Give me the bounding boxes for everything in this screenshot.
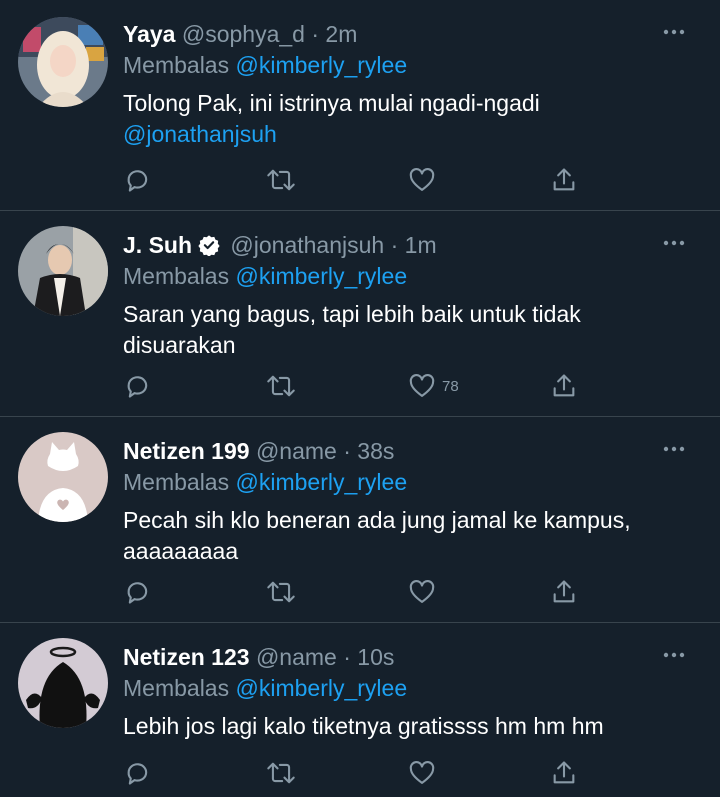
tweet[interactable]: Netizen 123 @name · 10s Membalas @kimber… — [0, 623, 720, 797]
like-button[interactable] — [408, 574, 442, 610]
avatar[interactable] — [18, 226, 108, 316]
separator-dot: · — [343, 644, 351, 670]
tweet-header: Yaya @sophya_d · 2m — [123, 20, 357, 48]
more-icon[interactable] — [662, 645, 686, 665]
retweet-icon — [267, 169, 295, 191]
heart-icon — [409, 761, 435, 784]
display-name[interactable]: J. Suh — [123, 232, 192, 258]
tweet-actions: 78 — [0, 368, 720, 404]
more-icon[interactable] — [662, 22, 686, 42]
replying-to-mention[interactable]: @kimberly_rylee — [236, 263, 408, 289]
reply-button[interactable] — [124, 368, 152, 404]
avatar-photo-jsuh — [18, 226, 108, 316]
user-handle[interactable]: @sophya_d — [182, 21, 305, 47]
reply-icon — [127, 763, 148, 785]
retweet-icon — [267, 375, 295, 397]
share-button[interactable] — [550, 368, 578, 404]
like-button[interactable] — [408, 755, 442, 791]
replying-to: Membalas @kimberly_rylee — [123, 468, 407, 496]
like-count: 78 — [442, 377, 459, 395]
more-icon[interactable] — [662, 439, 686, 459]
display-name[interactable]: Netizen 123 — [123, 644, 250, 670]
tweet[interactable]: J. Suh @jonathanjsuh · 1m Membalas @kimb… — [0, 211, 720, 417]
share-icon — [553, 580, 575, 603]
share-button[interactable] — [550, 574, 578, 610]
tweet-text: Saran yang bagus, tapi lebih baik untuk … — [123, 301, 581, 358]
user-handle[interactable]: @name — [256, 438, 337, 464]
tweet-header: J. Suh @jonathanjsuh · 1m — [123, 231, 437, 259]
retweet-icon — [267, 581, 295, 603]
user-handle[interactable]: @name — [256, 644, 337, 670]
separator-dot: · — [311, 21, 320, 47]
retweet-icon — [267, 762, 295, 784]
replying-to: Membalas @kimberly_rylee — [123, 674, 407, 702]
reply-icon — [127, 582, 148, 604]
avatar[interactable] — [18, 432, 108, 522]
tweet-actions — [0, 162, 720, 198]
retweet-button[interactable] — [266, 755, 296, 791]
avatar-cat-default — [18, 432, 108, 522]
replying-label: Membalas — [123, 675, 230, 701]
retweet-button[interactable] — [266, 162, 296, 198]
like-button[interactable]: 78 — [408, 368, 459, 404]
replying-label: Membalas — [123, 52, 230, 78]
retweet-button[interactable] — [266, 574, 296, 610]
reply-icon — [127, 376, 148, 398]
heart-icon — [409, 168, 435, 191]
more-icon[interactable] — [662, 233, 686, 253]
like-button[interactable] — [408, 162, 442, 198]
share-button[interactable] — [550, 162, 578, 198]
display-name[interactable]: Netizen 199 — [123, 438, 250, 464]
tweet-text-body: Tolong Pak, ini istrinya mulai ngadi-nga… — [123, 90, 540, 116]
separator-dot: · — [343, 438, 351, 464]
replying-to-mention[interactable]: @kimberly_rylee — [236, 52, 408, 78]
tweet-actions — [0, 755, 720, 791]
user-handle[interactable]: @jonathanjsuh — [230, 232, 384, 258]
reply-icon — [127, 170, 148, 192]
heart-icon — [409, 374, 435, 397]
separator-dot: · — [390, 232, 399, 258]
replying-to-mention[interactable]: @kimberly_rylee — [236, 469, 408, 495]
avatar-photo-yaya — [18, 17, 108, 107]
reply-button[interactable] — [124, 755, 152, 791]
replying-label: Membalas — [123, 469, 230, 495]
verified-badge-icon — [198, 235, 220, 256]
replying-to: Membalas @kimberly_rylee — [123, 262, 407, 290]
tweet-actions — [0, 574, 720, 610]
tweet-header: Netizen 123 @name · 10s — [123, 643, 394, 671]
timestamp[interactable]: 2m — [325, 21, 357, 47]
tweet-mention[interactable]: @jonathanjsuh — [123, 119, 683, 150]
share-button[interactable] — [550, 755, 578, 791]
replying-label: Membalas — [123, 263, 230, 289]
reply-button[interactable] — [124, 162, 152, 198]
share-icon — [553, 374, 575, 397]
share-icon — [553, 168, 575, 191]
heart-icon — [409, 580, 435, 603]
tweet-text: Pecah sih klo beneran ada jung jamal ke … — [123, 507, 631, 564]
reply-button[interactable] — [124, 574, 152, 610]
display-name[interactable]: Yaya — [123, 21, 175, 47]
tweet-header: Netizen 199 @name · 38s — [123, 437, 394, 465]
replying-to-mention[interactable]: @kimberly_rylee — [236, 675, 408, 701]
tweet-text: Lebih jos lagi kalo tiketnya gratissss h… — [123, 713, 604, 739]
timestamp[interactable]: 1m — [405, 232, 437, 258]
tweet-text: Tolong Pak, ini istrinya mulai ngadi-nga… — [123, 88, 683, 150]
share-icon — [553, 761, 575, 784]
avatar[interactable] — [18, 638, 108, 728]
timestamp[interactable]: 10s — [357, 644, 394, 670]
replying-to: Membalas @kimberly_rylee — [123, 51, 407, 79]
avatar[interactable] — [18, 17, 108, 107]
tweet[interactable]: Yaya @sophya_d · 2m Membalas @kimberly_r… — [0, 0, 720, 211]
tweet[interactable]: Netizen 199 @name · 38s Membalas @kimber… — [0, 417, 720, 623]
retweet-button[interactable] — [266, 368, 296, 404]
timestamp[interactable]: 38s — [357, 438, 394, 464]
avatar-angel-silhouette — [18, 638, 108, 728]
